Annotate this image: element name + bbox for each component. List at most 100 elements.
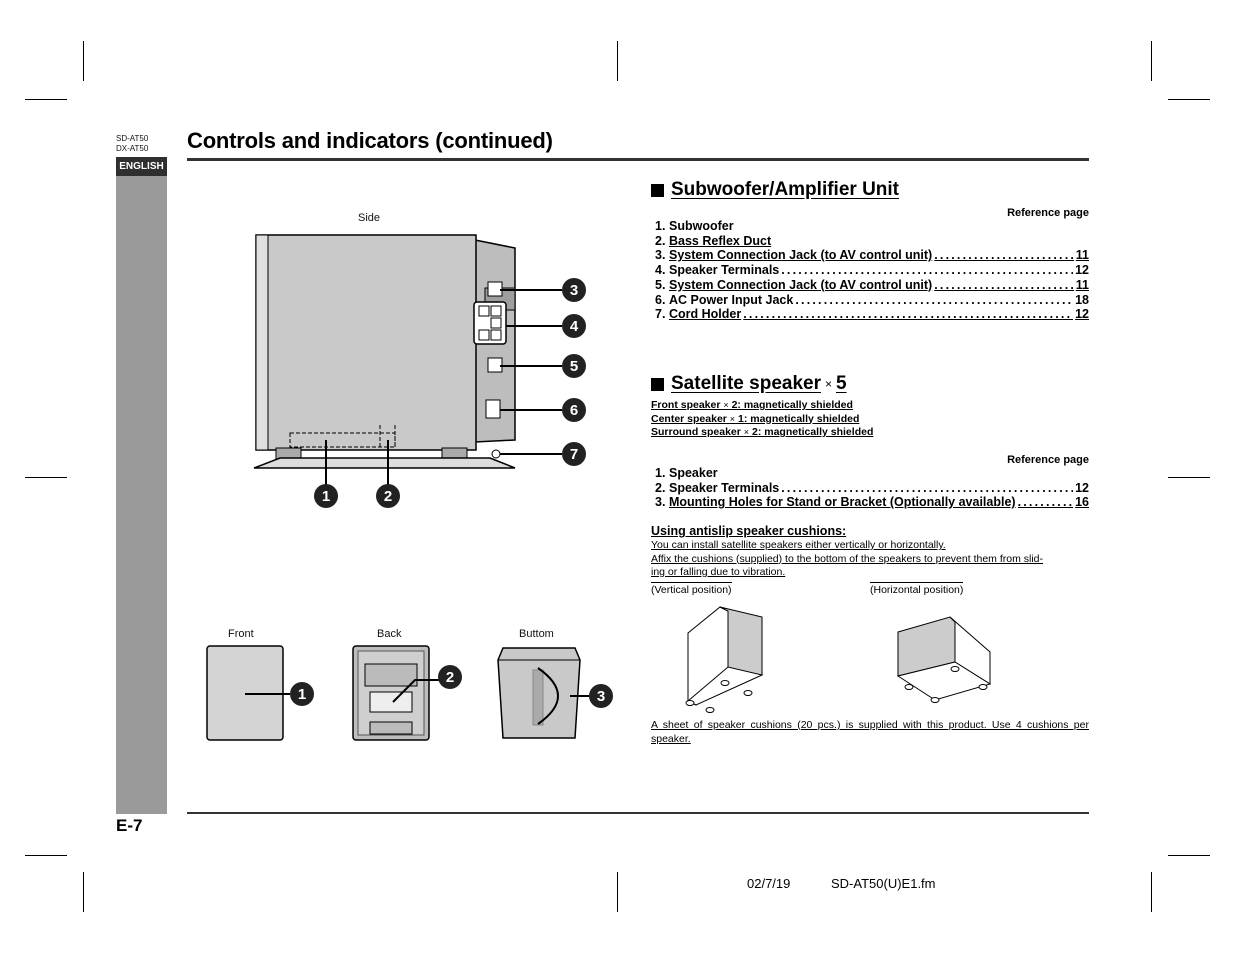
item-page: 12	[1075, 480, 1089, 495]
cushions-line: Affix the cushions (supplied) to the bot…	[651, 552, 1044, 565]
item-label: Speaker Terminals	[669, 480, 780, 495]
item-number: 2.	[655, 233, 666, 248]
cord-holder-icon	[491, 449, 501, 459]
item-number: 5.	[655, 277, 666, 292]
subwoofer-item-list: 1. Subwoofer 2. Bass Reflex Duct 3. System Co…	[655, 219, 1089, 322]
item-label: Speaker	[669, 466, 718, 480]
leader-dots: ........................................…	[1017, 495, 1074, 510]
cushions-text: You can install satellite speakers eithe…	[651, 539, 1089, 580]
item-label: Speaker Terminals	[669, 263, 780, 278]
item-page: 16	[1075, 495, 1089, 510]
svg-text:1: 1	[298, 686, 306, 703]
speaker-callout-2: 2	[438, 665, 462, 689]
list-item: 7. Cord Holder...........................…	[655, 307, 1089, 322]
cushions-line: ing or falling due to vibration.	[651, 566, 786, 578]
callout-3: 3	[562, 278, 586, 302]
item-label: AC Power Input Jack	[669, 292, 794, 307]
language-tab: ENGLISH	[116, 157, 167, 176]
svg-text:2: 2	[384, 488, 392, 505]
item-page: 18	[1075, 292, 1089, 307]
back-label: Back	[377, 628, 402, 640]
item-number: 1.	[655, 466, 666, 480]
model-number: SD-AT50	[116, 134, 149, 143]
callout-2: 2	[376, 484, 400, 508]
reference-page-label: Reference page	[1007, 207, 1089, 219]
shielded-item: Front speaker × 2: magnetically shielded	[651, 399, 853, 411]
footer-divider	[187, 812, 1089, 814]
satellite-heading: Satellite speaker × 5	[651, 373, 847, 395]
crop-mark	[1151, 41, 1152, 81]
shielded-list: Front speaker × 2: magnetically shielded…	[651, 399, 873, 440]
callout-5: 5	[562, 354, 586, 378]
item-page: 11	[1075, 277, 1089, 292]
bottom-label: Buttom	[519, 628, 554, 640]
leader-dots: ........................................…	[781, 263, 1074, 278]
footer-filename: SD-AT50(U)E1.fm	[831, 876, 936, 891]
svg-text:4: 4	[570, 318, 579, 335]
satellite-item-list: 1. Speaker 2. Speaker Terminals............…	[655, 466, 1089, 510]
square-bullet-icon	[651, 183, 664, 197]
item-label: Mounting Holes for Stand or Bracket (Opt…	[669, 495, 1016, 510]
list-item: 6. AC Power Input Jack...................…	[655, 293, 1089, 308]
leader-dots: ........................................…	[934, 248, 1074, 263]
item-page: 12	[1075, 263, 1089, 278]
crop-mark	[25, 855, 67, 856]
subwoofer-side-illustration: 1 2 3 4 5 6 7	[253, 234, 586, 508]
list-item: 2. Bass Reflex Duct	[655, 234, 1089, 249]
crop-mark	[1168, 477, 1210, 478]
list-item: 5. System Connection Jack (to AV control …	[655, 278, 1089, 293]
list-item: 2. Speaker Terminals.....................…	[655, 481, 1089, 496]
item-number: 3.	[655, 248, 666, 263]
svg-text:7: 7	[570, 446, 578, 463]
cushions-heading: Using antislip speaker cushions:	[651, 524, 847, 538]
times-symbol: ×	[824, 377, 832, 391]
callout-6: 6	[562, 398, 586, 422]
item-label: System Connection Jack (to AV control un…	[669, 248, 933, 263]
item-label: System Connection Jack (to AV control un…	[669, 277, 933, 292]
shielded-item: Center speaker × 1: magnetically shielde…	[651, 412, 860, 425]
item-page: 12	[1075, 307, 1089, 322]
list-item: 1. Speaker	[655, 466, 1089, 481]
callout-4: 4	[562, 314, 586, 338]
speaker-callout-1: 1	[290, 682, 314, 706]
side-bar	[116, 176, 167, 814]
side-label: Side	[358, 212, 381, 224]
item-number: 7.	[655, 307, 666, 322]
crop-mark	[25, 99, 67, 100]
subwoofer-heading: Subwoofer/Amplifier Unit	[651, 179, 899, 201]
crop-mark	[25, 477, 67, 478]
square-bullet-icon	[651, 377, 664, 391]
system-jack-icon	[487, 281, 503, 297]
callout-7: 7	[562, 442, 586, 466]
leader-dots: ........................................…	[781, 480, 1074, 495]
crop-mark	[1168, 855, 1210, 856]
model-number: DX-AT50	[116, 144, 149, 153]
cushions-line: You can install satellite speakers eithe…	[651, 539, 946, 551]
svg-text:3: 3	[597, 688, 605, 705]
list-item: 3. Mounting Holes for Stand or Bracket (O…	[655, 495, 1089, 510]
leader-dots: ........................................…	[934, 277, 1074, 292]
satellite-heading-text: Satellite speaker	[671, 373, 821, 394]
shielded-item: Surround speaker × 2: magnetically shiel…	[651, 426, 874, 438]
item-number: 3.	[655, 495, 666, 510]
crop-mark	[617, 41, 618, 81]
leader-dots: ........................................…	[795, 292, 1074, 307]
system-jack-icon	[487, 357, 503, 373]
list-item: 1. Subwoofer	[655, 219, 1089, 234]
crop-mark	[1168, 99, 1210, 100]
crop-mark	[83, 41, 84, 81]
item-number: 1.	[655, 219, 666, 233]
crop-mark	[617, 872, 618, 912]
list-item: 3. System Connection Jack (to AV control …	[655, 248, 1089, 263]
item-label: Subwoofer	[669, 219, 734, 233]
leader-dots: ........................................…	[743, 307, 1074, 322]
item-number: 6.	[655, 292, 666, 307]
item-number: 4.	[655, 263, 666, 278]
item-label: Bass Reflex Duct	[669, 233, 772, 248]
vertical-speaker-illustration	[685, 606, 764, 713]
footer-date: 02/7/19	[747, 876, 791, 891]
satellite-speaker-views: 1 2 3	[206, 645, 613, 741]
vertical-position-label: (Vertical position)	[651, 582, 732, 596]
horizontal-position-label: (Horizontal position)	[870, 582, 964, 596]
horizontal-speaker-illustration	[896, 616, 992, 703]
